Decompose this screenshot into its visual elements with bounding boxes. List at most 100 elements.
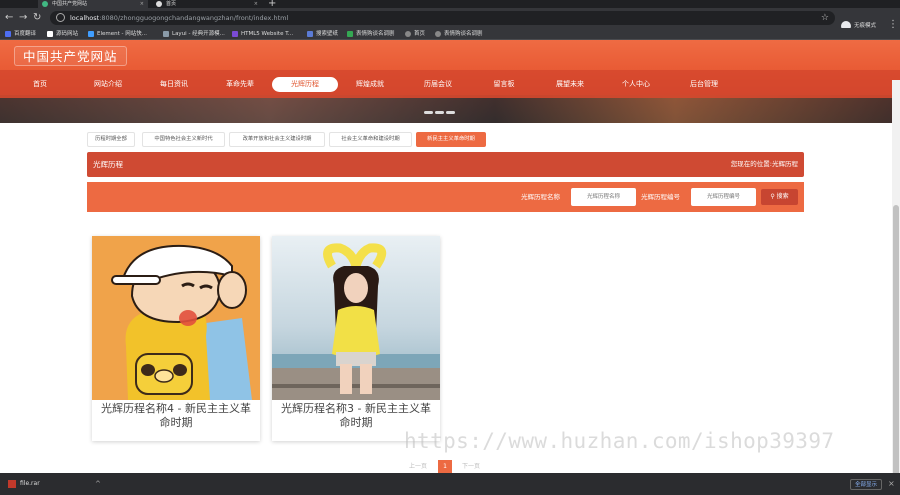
bookmark-label: 表情购谈名调剧	[444, 31, 483, 37]
nav-home[interactable]: 首页	[20, 77, 60, 92]
globe-icon	[405, 31, 411, 37]
history-card[interactable]: 光辉历程名称3 - 新民主主义革命时期	[272, 236, 440, 441]
bookmark-item[interactable]: 百度翻译	[5, 28, 36, 40]
close-tab-icon[interactable]: ×	[254, 0, 258, 8]
bookmark-favicon-icon	[5, 31, 11, 37]
category-tab-socialist-revolution[interactable]: 社会主义革命和建设时期	[329, 132, 412, 147]
name-search-input[interactable]	[571, 188, 636, 206]
bookmark-label: Layui - 经典开源模...	[172, 31, 225, 37]
bookmark-label: 百度翻译	[14, 31, 37, 37]
back-icon[interactable]: ←	[5, 11, 13, 25]
card-title[interactable]: 光辉历程名称3 - 新民主主义革命时期	[272, 402, 440, 430]
nav-meetings[interactable]: 历届会议	[414, 77, 462, 92]
bookmark-item[interactable]: 表情购谈名调剧	[347, 28, 395, 40]
nav-admin[interactable]: 后台管理	[680, 77, 728, 92]
site-info-icon[interactable]	[56, 13, 65, 22]
site-logo[interactable]: 中国共产党网站	[14, 46, 127, 66]
download-item[interactable]: file.rar	[8, 473, 40, 495]
category-tab-new-era[interactable]: 中国特色社会主义新时代	[142, 132, 225, 147]
bookmark-favicon-icon	[347, 31, 353, 37]
show-all-downloads-button[interactable]: 全部显示	[850, 479, 883, 490]
main-nav: 首页 网站介绍 每日资讯 革命先辈 光辉历程 辉煌成就 历届会议 留言板 展望未…	[0, 70, 900, 98]
close-tab-icon[interactable]: ×	[140, 0, 144, 8]
nav-user-center[interactable]: 个人中心	[612, 77, 660, 92]
nav-achievements[interactable]: 辉煌成就	[346, 77, 394, 92]
bookmark-item[interactable]: 表情购谈名调剧	[435, 28, 483, 40]
bookmark-item[interactable]: 首页	[405, 28, 425, 40]
section-title: 光辉历程	[93, 160, 123, 169]
bookmark-label: HTML5 Website T...	[241, 31, 294, 37]
nav-history[interactable]: 光辉历程	[272, 77, 338, 92]
carousel-dot[interactable]	[446, 111, 455, 114]
bookmark-label: 首页	[414, 31, 426, 37]
url-input[interactable]: localhost:8080/zhongguogongchandangwangz…	[50, 11, 835, 25]
category-tab-all[interactable]: 历程时期全部	[87, 132, 135, 147]
header-banner: 中国共产党网站 首页 网站介绍 每日资讯 革命先辈 光辉历程 辉煌成就 历届会议…	[0, 40, 900, 123]
address-bar-row: ← → ↻ localhost:8080/zhongguogongchandan…	[0, 8, 900, 31]
scrollbar[interactable]	[892, 80, 900, 473]
bookmark-label: 搜索壁纸	[316, 31, 339, 37]
bookmark-item[interactable]: 源码网站	[47, 28, 78, 40]
archive-file-icon	[8, 480, 16, 488]
breadcrumb-label: 您现在的位置:	[730, 160, 772, 168]
download-bar: file.rar ^ 全部显示 ×	[0, 473, 900, 495]
girl-beach-photo	[272, 236, 440, 400]
website-viewport: 中国共产党网站 首页 网站介绍 每日资讯 革命先辈 光辉历程 辉煌成就 历届会议…	[0, 40, 900, 473]
nav-about[interactable]: 网站介绍	[84, 77, 132, 92]
url-path: :8080/zhongguogongchandangwangzhan/front…	[99, 14, 289, 22]
nav-message-board[interactable]: 留言板	[484, 77, 524, 92]
browser-tab-strip: 中国共产党网站 × 首页 × +	[0, 0, 900, 9]
search-button[interactable]: ⚲ 搜索	[761, 189, 798, 205]
layui-favicon-icon	[163, 31, 169, 37]
category-tab-reform[interactable]: 改革开放和社会主义建设时期	[229, 132, 325, 147]
vue-favicon-icon	[42, 1, 48, 7]
browser-tab-active[interactable]: 中国共产党网站 ×	[38, 0, 148, 8]
card-image[interactable]	[92, 236, 260, 400]
bookmark-label: 源码网站	[56, 31, 79, 37]
globe-icon	[435, 31, 441, 37]
forward-icon[interactable]: →	[19, 11, 27, 25]
url-text: localhost:8080/zhongguogongchandangwangz…	[70, 11, 288, 25]
bookmarks-bar: 百度翻译 源码网站 Element - 网站快... Layui - 经典开源模…	[0, 28, 900, 40]
reload-icon[interactable]: ↻	[33, 11, 41, 25]
download-filename: file.rar	[20, 480, 40, 487]
chevron-up-icon[interactable]: ^	[95, 473, 101, 495]
search-panel: 光辉历程名称 光辉历程编号 ⚲ 搜索	[87, 182, 804, 212]
card-image[interactable]	[272, 236, 440, 400]
wallpaper-favicon-icon	[307, 31, 313, 37]
category-tab-new-democratic[interactable]: 新民主主义革命时期	[416, 132, 486, 147]
section-header-bar: 光辉历程 您现在的位置:光辉历程	[87, 152, 804, 177]
tab-title: 中国共产党网站	[52, 1, 88, 7]
card-title[interactable]: 光辉历程名称4 - 新民主主义革命时期	[92, 402, 260, 430]
folder-icon	[47, 31, 53, 37]
browser-tab[interactable]: 首页 ×	[152, 0, 262, 8]
carousel-dot[interactable]	[435, 111, 444, 114]
code-label: 光辉历程编号	[641, 193, 680, 201]
next-page-button[interactable]: 下一页	[458, 460, 484, 473]
url-host: localhost	[70, 14, 100, 22]
tab-title: 首页	[166, 1, 177, 7]
bookmark-label: 表情购谈名调剧	[356, 31, 395, 37]
nav-pioneers[interactable]: 革命先辈	[216, 77, 264, 92]
bookmark-item[interactable]: 搜索壁纸	[307, 28, 338, 40]
carousel-indicators	[424, 107, 457, 116]
bookmark-item[interactable]: HTML5 Website T...	[232, 28, 293, 40]
nav-news[interactable]: 每日资讯	[150, 77, 198, 92]
nav-future[interactable]: 展望未来	[546, 77, 594, 92]
breadcrumb: 您现在的位置:光辉历程	[731, 152, 798, 177]
bookmark-star-icon[interactable]: ☆	[821, 11, 829, 25]
bookmark-item[interactable]: Element - 网站快...	[88, 28, 147, 40]
close-icon[interactable]: ×	[888, 473, 895, 495]
bookmark-item[interactable]: Layui - 经典开源模...	[163, 28, 225, 40]
html5-favicon-icon	[232, 31, 238, 37]
page-number[interactable]: 1	[438, 460, 452, 473]
prev-page-button[interactable]: 上一页	[405, 460, 431, 473]
watermark-text: https://www.huzhan.com/ishop39397	[404, 429, 835, 453]
history-card[interactable]: 光辉历程名称4 - 新民主主义革命时期	[92, 236, 260, 441]
scrollbar-thumb[interactable]	[893, 205, 899, 473]
name-label: 光辉历程名称	[521, 193, 560, 201]
breadcrumb-current[interactable]: 光辉历程	[772, 160, 798, 168]
carousel-dot[interactable]	[424, 111, 433, 114]
code-search-input[interactable]	[691, 188, 756, 206]
search-button-label: 搜索	[776, 193, 789, 200]
